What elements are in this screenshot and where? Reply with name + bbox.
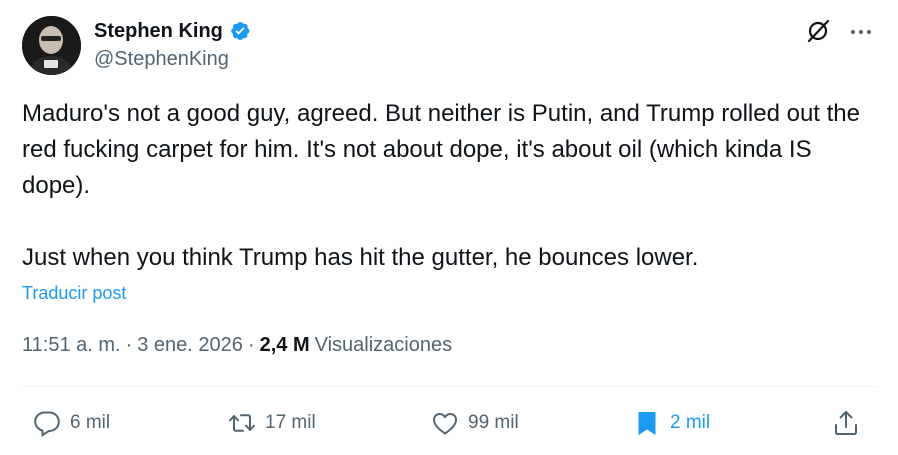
like-button[interactable]: 99 mil [430, 403, 519, 443]
tweet-header: Stephen King @StephenKing [22, 13, 876, 77]
repost-count: 17 mil [265, 412, 316, 433]
grok-icon[interactable] [804, 17, 832, 45]
post-paragraph: Maduro's not a good guy, agreed. But nei… [22, 100, 860, 199]
translate-post-link[interactable]: Traducir post [22, 283, 126, 304]
divider [22, 386, 876, 387]
repost-icon [227, 408, 257, 438]
meta-separator: · [247, 334, 255, 356]
author-handle[interactable]: @StephenKing [94, 48, 251, 71]
views-count[interactable]: 2,4 M [260, 334, 310, 357]
display-name-row: Stephen King [94, 16, 251, 46]
post-text: Maduro's not a good guy, agreed. But nei… [22, 96, 872, 276]
like-count: 99 mil [468, 412, 519, 433]
reply-icon [32, 408, 62, 438]
meta-separator: · [125, 334, 133, 356]
post-time[interactable]: 11:51 a. m. [22, 334, 121, 357]
more-dots-icon[interactable] [848, 19, 874, 45]
tweet-card: Stephen King @StephenKing Maduro's not a… [0, 0, 898, 455]
post-meta: 11:51 a. m. · 3 ene. 2026 · 2,4 M Visual… [22, 334, 452, 357]
share-button[interactable] [831, 403, 861, 443]
heart-icon [430, 408, 460, 438]
avatar[interactable] [22, 16, 81, 75]
action-bar: 6 mil 17 mil 99 mil 2 mil [22, 403, 876, 443]
bookmark-count: 2 mil [670, 412, 711, 433]
bookmark-icon [632, 408, 662, 438]
author-display-name[interactable]: Stephen King [94, 20, 223, 43]
views-label[interactable]: Visualizaciones [315, 334, 453, 357]
reply-button[interactable]: 6 mil [32, 403, 110, 443]
post-date[interactable]: 3 ene. 2026 [137, 334, 243, 357]
reply-count: 6 mil [70, 412, 111, 433]
author-names: Stephen King @StephenKing [94, 16, 251, 71]
share-icon [831, 408, 861, 438]
post-paragraph: Just when you think Trump has hit the gu… [22, 244, 699, 271]
avatar-image [22, 16, 81, 75]
bookmark-button[interactable]: 2 mil [632, 403, 710, 443]
verified-badge-icon[interactable] [229, 20, 251, 42]
repost-button[interactable]: 17 mil [227, 403, 316, 443]
